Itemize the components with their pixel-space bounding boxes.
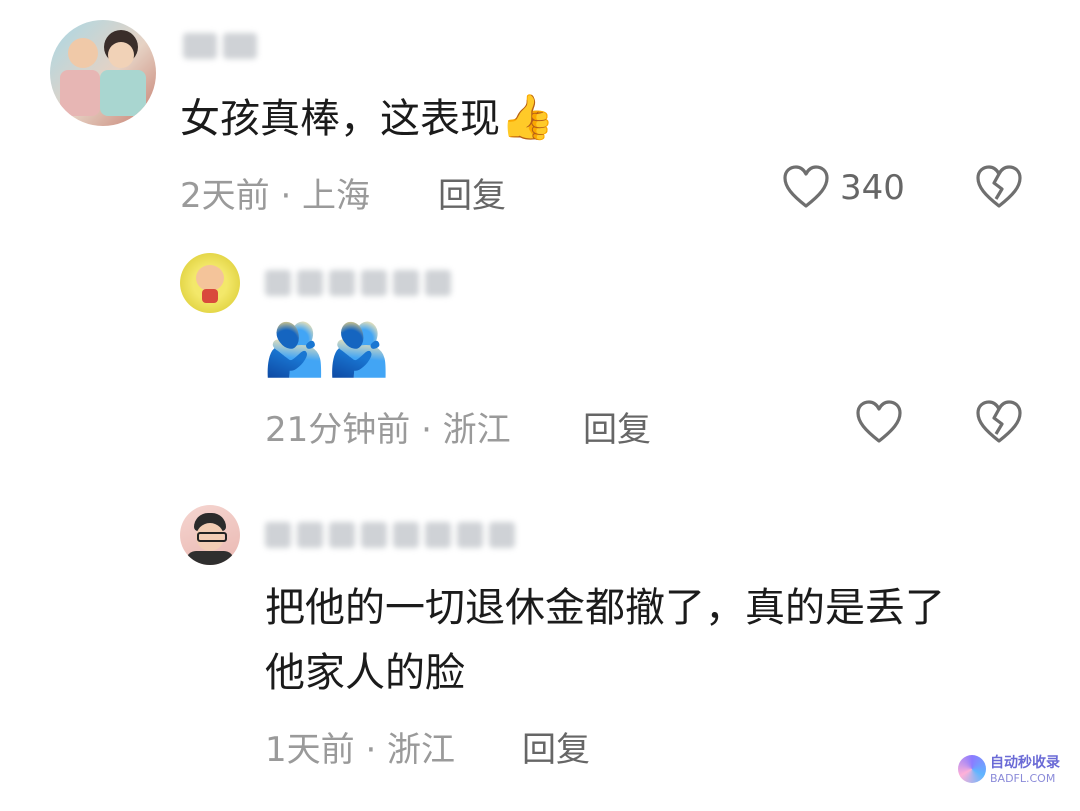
comment-meta: 21分钟前 · 浙江	[265, 410, 511, 450]
dislike-heart-icon[interactable]	[975, 165, 1023, 209]
avatar[interactable]	[180, 253, 240, 313]
like-count: 340	[840, 168, 905, 208]
reply-button[interactable]: 回复	[583, 402, 651, 451]
username[interactable]	[265, 522, 515, 548]
username[interactable]	[183, 33, 257, 59]
heart-icon[interactable]	[782, 165, 830, 209]
reply-button[interactable]: 回复	[438, 168, 506, 217]
thumbs-up-emoji: 👍	[500, 92, 555, 143]
avatar[interactable]	[180, 505, 240, 565]
avatar[interactable]	[50, 20, 156, 126]
reply-button[interactable]: 回复	[522, 722, 590, 771]
hug-emoji: 🫂🫂	[262, 320, 392, 380]
watermark-title: 自动秒收录	[990, 755, 1060, 771]
heart-icon[interactable]	[855, 400, 903, 444]
watermark-url: BADFL.COM	[990, 772, 1056, 785]
comment-meta: 1天前 · 浙江	[265, 730, 456, 770]
comment-text: 把他的一切退休金都撤了，真的是丢了	[265, 585, 945, 631]
dislike-heart-icon[interactable]	[975, 400, 1023, 444]
watermark: 自动秒收录 BADFL.COM	[958, 752, 1060, 785]
comment-meta: 2天前 · 上海	[180, 176, 371, 216]
username[interactable]	[265, 270, 451, 296]
comment-text: 女孩真棒，这表现👍	[180, 92, 555, 143]
comment-text: 他家人的脸	[265, 650, 465, 696]
watermark-logo-icon	[958, 754, 986, 783]
